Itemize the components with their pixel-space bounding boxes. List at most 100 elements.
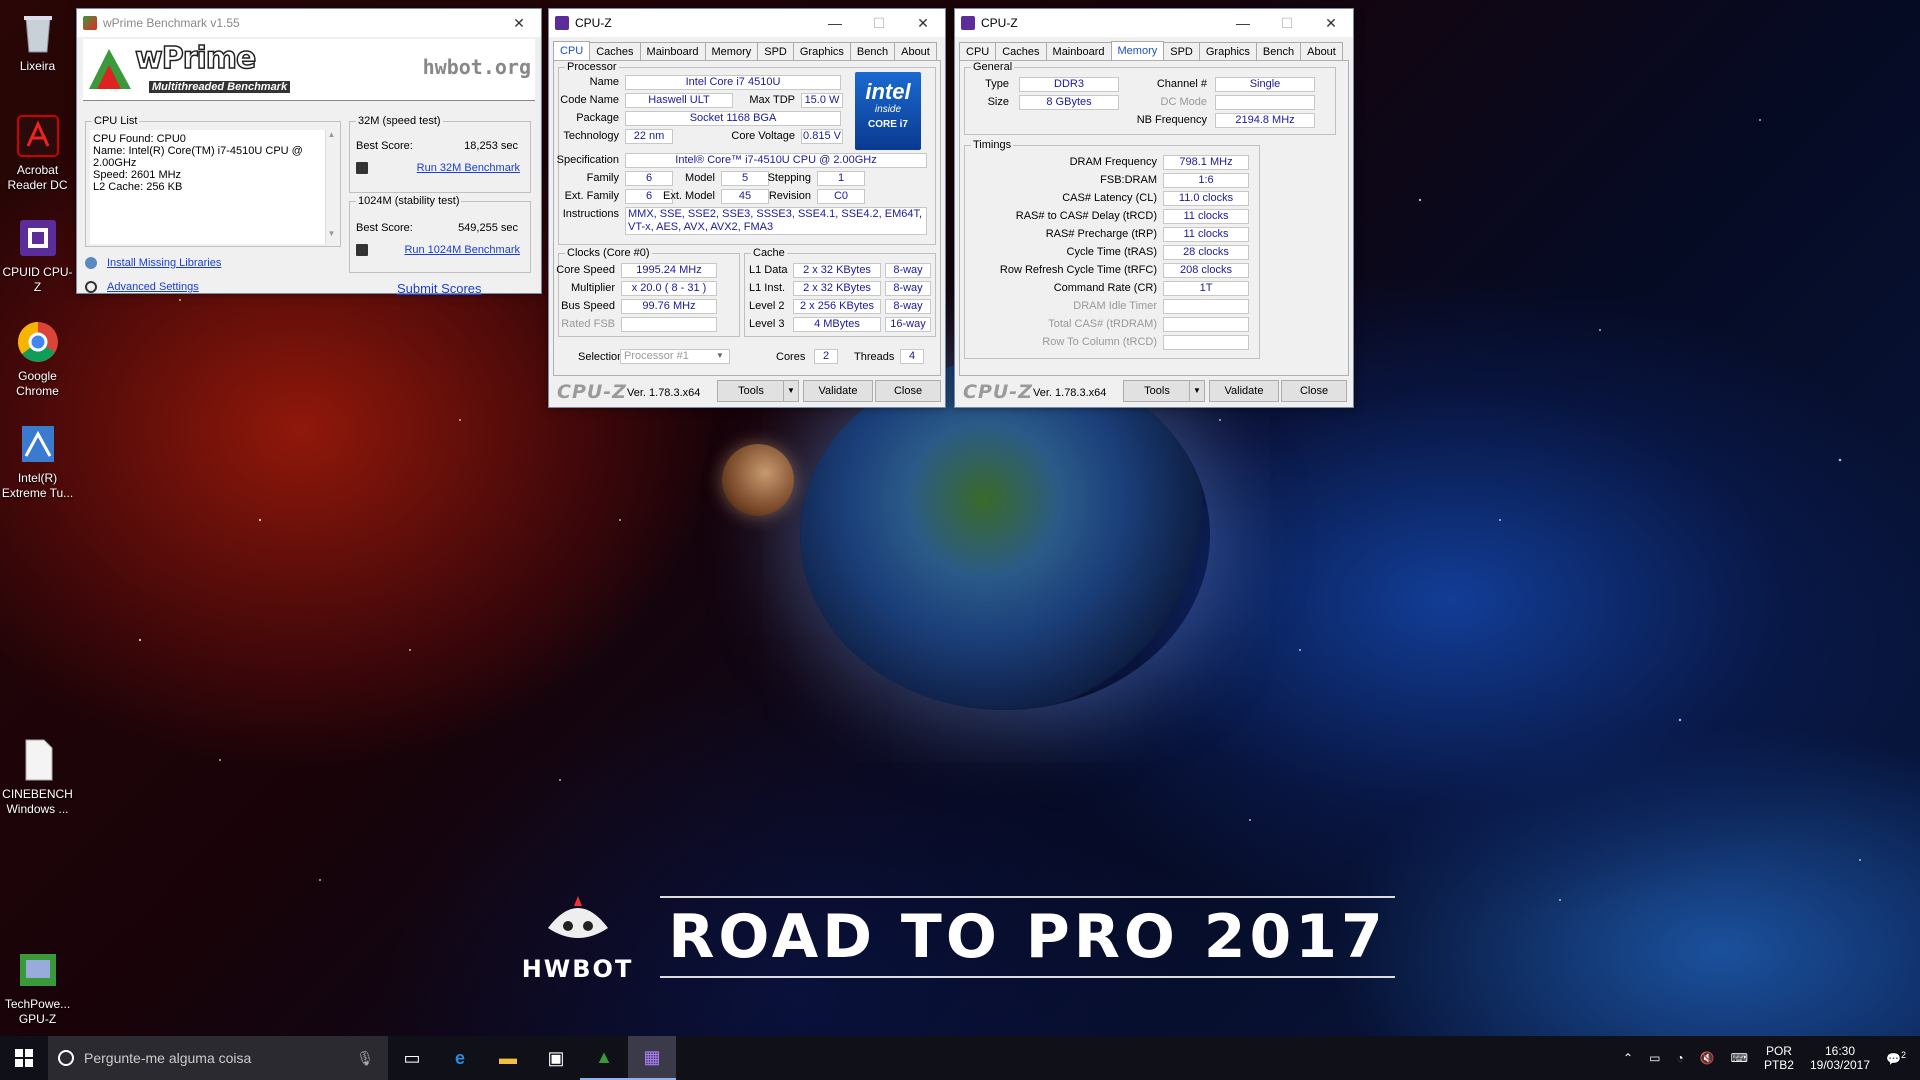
recycle-bin-icon <box>23 16 52 53</box>
hwbot-link[interactable]: hwbot.org <box>423 55 531 79</box>
file-explorer-icon[interactable]: ▬ <box>484 1036 532 1080</box>
ext-family-label: Ext. Family <box>564 190 619 202</box>
desktop-icon-chrome[interactable]: Google Chrome <box>0 318 75 399</box>
package-label: Package <box>576 112 619 124</box>
install-missing-libraries-link[interactable]: Install Missing Libraries <box>107 257 221 269</box>
cpu-list-scrollbar[interactable]: ▲ ▼ <box>325 130 337 244</box>
rated-fsb-label: Rated FSB <box>561 318 615 330</box>
start-windows-icon[interactable] <box>0 1036 48 1080</box>
close-icon[interactable]: ✕ <box>497 9 541 37</box>
timing-value: 208 clocks <box>1163 263 1249 278</box>
cache-row-label: L1 Data <box>749 264 788 276</box>
tab-bench[interactable]: Bench <box>849 42 896 60</box>
network-icon[interactable]: ◔ <box>1676 1051 1683 1065</box>
cpu-list-box[interactable]: CPU Found: CPU0 Name: Intel(R) Core(TM) … <box>90 130 326 244</box>
hwbot-logo-text: HWBOT <box>521 955 634 983</box>
tab-mainboard[interactable]: Mainboard <box>1045 42 1112 60</box>
wprime-titlebar[interactable]: wPrime Benchmark v1.55 ✕ <box>77 9 541 37</box>
search-input[interactable]: Pergunte-me alguma coisa 🎙 <box>48 1036 388 1080</box>
tab-memory[interactable]: Memory <box>704 42 759 60</box>
desktop-icon-label: CINEBENCH Windows ... <box>2 787 73 816</box>
tab-mainboard[interactable]: Mainboard <box>639 42 706 60</box>
keyboard-icon[interactable]: ⌨ <box>1731 1051 1748 1065</box>
stability-test-label: 1024M (stability test) <box>356 195 462 207</box>
timing-label: RAS# Precharge (tRP) <box>1045 228 1157 240</box>
microphone-icon[interactable]: 🎙 <box>356 1050 374 1067</box>
timing-value: 11 clocks <box>1163 209 1249 224</box>
language-indicator[interactable]: POR PTB2 <box>1764 1044 1794 1072</box>
tab-graphics[interactable]: Graphics <box>1198 42 1257 60</box>
minimize-icon[interactable]: — <box>1221 9 1265 37</box>
advanced-settings-link[interactable]: Advanced Settings <box>107 281 199 293</box>
desktop-icon-cpuz[interactable]: CPUID CPU-Z <box>0 214 75 295</box>
tab-spd[interactable]: SPD <box>757 42 794 60</box>
tab-caches[interactable]: Caches <box>589 42 641 60</box>
cpuz-version: Ver. 1.78.3.x64 <box>1033 387 1107 399</box>
volume-mute-icon[interactable]: 🔇 <box>1700 1051 1715 1065</box>
close-icon[interactable]: ✕ <box>901 9 945 37</box>
wprime-taskbar-icon[interactable]: ▲ <box>580 1036 628 1080</box>
desktop-icon-acrobat[interactable]: Acrobat Reader DC <box>0 112 75 193</box>
notification-center-icon[interactable]: 💬2 <box>1886 1050 1906 1066</box>
window-title: wPrime Benchmark v1.55 <box>103 16 240 30</box>
family-value: 6 <box>625 171 673 186</box>
tools-button[interactable]: Tools <box>1123 380 1191 402</box>
cpu-list-line: Name: Intel(R) Core(TM) i7-4510U CPU @ <box>93 145 303 157</box>
run-32m-button[interactable]: Run 32M Benchmark <box>417 162 520 174</box>
tools-dropdown-icon[interactable]: ▼ <box>783 380 799 402</box>
tab-about[interactable]: About <box>1300 42 1343 60</box>
cpuz-taskbar-icon[interactable]: ▦ <box>628 1036 676 1080</box>
speed-test-label: 32M (speed test) <box>356 115 443 127</box>
minimize-icon[interactable]: — <box>813 9 857 37</box>
hwbot-robot-icon <box>547 896 608 938</box>
cpu-list-line: 2.00GHz <box>93 157 137 169</box>
cpuz-titlebar[interactable]: CPU-Z — ☐ ✕ <box>955 9 1353 37</box>
validate-button[interactable]: Validate <box>803 380 873 402</box>
processor-select[interactable]: Processor #1 <box>620 349 730 364</box>
cpuz-titlebar[interactable]: CPU-Z — ☐ ✕ <box>549 9 945 37</box>
tab-cpu[interactable]: CPU <box>959 42 997 60</box>
clocks-group: Clocks (Core #0) Core Speed 1995.24 MHz … <box>556 247 740 337</box>
maximize-icon[interactable]: ☐ <box>857 9 901 37</box>
cpuz-brand: CPU-Z <box>557 381 627 403</box>
cache-row-size: 2 x 256 KBytes <box>793 299 881 314</box>
tools-dropdown-icon[interactable]: ▼ <box>1189 380 1205 402</box>
submit-scores-link[interactable]: Submit Scores <box>397 281 482 296</box>
tab-spd[interactable]: SPD <box>1163 42 1200 60</box>
clocks-label: Clocks (Core #0) <box>565 247 652 259</box>
best-score-1024m: 549,255 sec <box>458 222 518 234</box>
tools-button[interactable]: Tools <box>717 380 785 402</box>
timing-label: CAS# Latency (CL) <box>1062 192 1157 204</box>
cpuz-icon <box>19 220 56 256</box>
desktop-icon-gpuz[interactable]: TechPowe... GPU-Z <box>0 946 75 1027</box>
chevron-down-icon: ▼ <box>716 351 724 360</box>
clock[interactable]: 16:30 19/03/2017 <box>1810 1044 1870 1072</box>
tab-caches[interactable]: Caches <box>995 42 1047 60</box>
battery-icon[interactable]: ▭ <box>1649 1051 1660 1065</box>
store-icon[interactable]: ▣ <box>532 1036 580 1080</box>
desktop-icon-recycle-bin[interactable]: Lixeira <box>0 8 75 74</box>
close-button[interactable]: Close <box>1281 380 1347 402</box>
maximize-icon[interactable]: ☐ <box>1265 9 1309 37</box>
type-label: Type <box>985 78 1009 90</box>
desktop-icon-intel-xtu[interactable]: Intel(R) Extreme Tu... <box>0 420 75 501</box>
wprime-window: wPrime Benchmark v1.55 ✕ wPrime Multithr… <box>76 8 542 296</box>
cache-row-way: 8-way <box>885 263 931 278</box>
speed-test-group: 32M (speed test) Best Score: 18,253 sec … <box>349 115 531 193</box>
close-icon[interactable]: ✕ <box>1309 9 1353 37</box>
edge-icon[interactable]: e <box>436 1036 484 1080</box>
tab-graphics[interactable]: Graphics <box>792 42 851 60</box>
run-1024m-button[interactable]: Run 1024M Benchmark <box>404 244 520 256</box>
tab-memory[interactable]: Memory <box>1110 41 1165 61</box>
tab-about[interactable]: About <box>894 42 937 60</box>
general-label: General <box>971 61 1015 73</box>
tab-cpu[interactable]: CPU <box>553 41 591 61</box>
close-button[interactable]: Close <box>875 380 941 402</box>
desktop-icon-label: Google Chrome <box>16 369 59 398</box>
task-view-icon[interactable]: ▭ <box>388 1036 436 1080</box>
timing-label: Cycle Time (tRAS) <box>1066 246 1157 258</box>
validate-button[interactable]: Validate <box>1209 380 1279 402</box>
chevron-up-icon[interactable]: ⌃ <box>1623 1051 1633 1065</box>
desktop-icon-cinebench[interactable]: CINEBENCH Windows ... <box>0 736 75 817</box>
tab-bench[interactable]: Bench <box>1255 42 1302 60</box>
